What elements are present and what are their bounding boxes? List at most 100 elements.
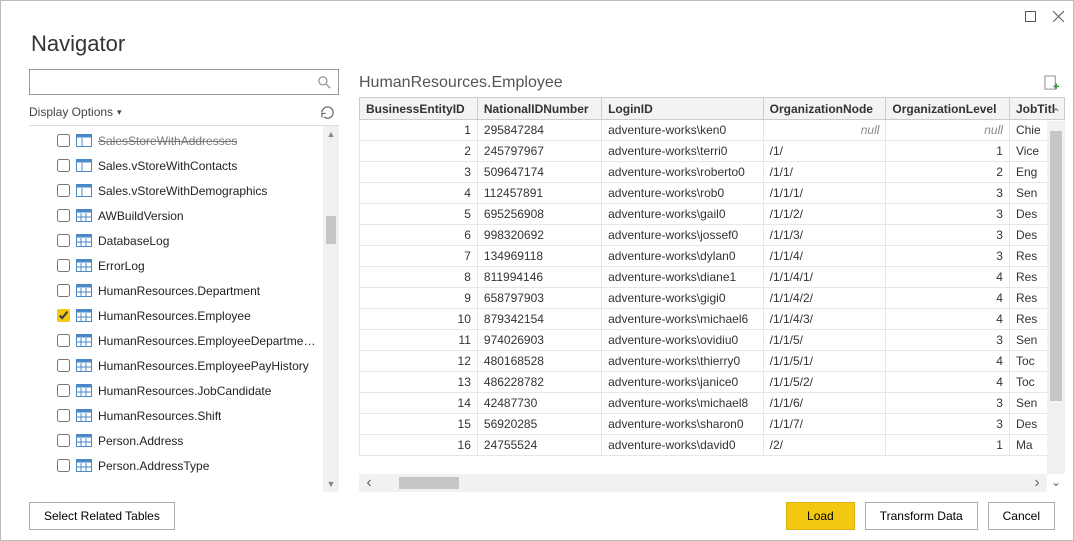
table-row[interactable]: 1556920285adventure-works\sharon0/1/1/7/… bbox=[360, 414, 1065, 435]
table-row[interactable]: 3509647174adventure-works\roberto0/1/1/2… bbox=[360, 162, 1065, 183]
tree-item[interactable]: AWBuildVersion bbox=[29, 203, 339, 228]
table-row[interactable]: 4112457891adventure-works\rob0/1/1/1/3Se… bbox=[360, 183, 1065, 204]
tree-item[interactable]: DatabaseLog bbox=[29, 228, 339, 253]
tree-item[interactable]: HumanResources.Employee bbox=[29, 303, 339, 328]
cell: /1/1/ bbox=[763, 162, 886, 183]
cell: 3 bbox=[886, 246, 1010, 267]
cell: 3 bbox=[886, 393, 1010, 414]
grid-vscrollbar[interactable]: ⌃ ⌄ bbox=[1047, 121, 1065, 474]
display-options-dropdown[interactable]: Display Options ▾ bbox=[29, 105, 122, 119]
cell: 1 bbox=[360, 120, 478, 141]
table-row[interactable]: 12480168528adventure-works\thierry0/1/1/… bbox=[360, 351, 1065, 372]
tree-item-checkbox[interactable] bbox=[57, 259, 70, 272]
tree-item[interactable]: HumanResources.EmployeePayHistory bbox=[29, 353, 339, 378]
hscroll-right-icon[interactable]: › bbox=[1027, 474, 1047, 492]
grid-hscrollbar[interactable]: ‹ › bbox=[359, 474, 1047, 492]
table-row[interactable]: 8811994146adventure-works\diane1/1/1/4/1… bbox=[360, 267, 1065, 288]
tree-item[interactable]: Person.Address bbox=[29, 428, 339, 453]
tree-item-checkbox[interactable] bbox=[57, 434, 70, 447]
vscroll-down-icon[interactable]: ⌄ bbox=[1047, 474, 1065, 490]
tree-item[interactable]: HumanResources.Department bbox=[29, 278, 339, 303]
column-header[interactable]: OrganizationNode bbox=[763, 98, 886, 120]
cell: 3 bbox=[886, 183, 1010, 204]
cell: /1/1/7/ bbox=[763, 414, 886, 435]
tree-item-checkbox[interactable] bbox=[57, 159, 70, 172]
tree-item[interactable]: Sales.vStoreWithDemographics bbox=[29, 178, 339, 203]
table-row[interactable]: 1624755524adventure-works\david0/2/1Ma bbox=[360, 435, 1065, 456]
tree-item[interactable]: HumanResources.Shift bbox=[29, 403, 339, 428]
tree-item-checkbox[interactable] bbox=[57, 184, 70, 197]
tree-item[interactable]: Sales.vStoreWithContacts bbox=[29, 153, 339, 178]
maximize-button[interactable] bbox=[1023, 9, 1037, 23]
cell: adventure-works\david0 bbox=[602, 435, 764, 456]
column-header[interactable]: OrganizationLevel bbox=[886, 98, 1010, 120]
table-row[interactable]: 1295847284adventure-works\ken0nullnullCh… bbox=[360, 120, 1065, 141]
tree-item-checkbox[interactable] bbox=[57, 134, 70, 147]
cell: 974026903 bbox=[477, 330, 601, 351]
select-related-tables-button[interactable]: Select Related Tables bbox=[29, 502, 175, 530]
load-button[interactable]: Load bbox=[786, 502, 855, 530]
preview-options-icon[interactable] bbox=[1044, 75, 1059, 92]
vscroll-thumb[interactable] bbox=[1050, 131, 1062, 401]
tree-item-label: HumanResources.EmployeeDepartmen... bbox=[98, 334, 318, 348]
tree-item-checkbox[interactable] bbox=[57, 309, 70, 322]
cell: 4 bbox=[360, 183, 478, 204]
table-row[interactable]: 10879342154adventure-works\michael6/1/1/… bbox=[360, 309, 1065, 330]
column-header[interactable]: BusinessEntityID bbox=[360, 98, 478, 120]
tree-item[interactable]: HumanResources.JobCandidate bbox=[29, 378, 339, 403]
table-row[interactable]: 2245797967adventure-works\terri0/1/1Vice bbox=[360, 141, 1065, 162]
cell: 879342154 bbox=[477, 309, 601, 330]
search-icon bbox=[318, 76, 332, 89]
tree-item-checkbox[interactable] bbox=[57, 284, 70, 297]
transform-data-button[interactable]: Transform Data bbox=[865, 502, 978, 530]
cell: adventure-works\ovidiu0 bbox=[602, 330, 764, 351]
column-header[interactable]: LoginID bbox=[602, 98, 764, 120]
table-row[interactable]: 11974026903adventure-works\ovidiu0/1/1/5… bbox=[360, 330, 1065, 351]
tree-item-checkbox[interactable] bbox=[57, 409, 70, 422]
cancel-button[interactable]: Cancel bbox=[988, 502, 1055, 530]
tree-item-checkbox[interactable] bbox=[57, 234, 70, 247]
cell: null bbox=[763, 120, 886, 141]
cell: 4 bbox=[886, 267, 1010, 288]
tree-item-checkbox[interactable] bbox=[57, 459, 70, 472]
table-row[interactable]: 5695256908adventure-works\gail0/1/1/2/3D… bbox=[360, 204, 1065, 225]
tree-item[interactable]: Person.AddressType bbox=[29, 453, 339, 478]
refresh-icon[interactable] bbox=[320, 105, 335, 120]
column-header[interactable]: NationalIDNumber bbox=[477, 98, 601, 120]
hscroll-thumb[interactable] bbox=[399, 477, 459, 489]
tree-item-checkbox[interactable] bbox=[57, 209, 70, 222]
tree-item-label: HumanResources.Employee bbox=[98, 309, 251, 323]
table-icon bbox=[76, 434, 92, 447]
table-row[interactable]: 1442487730adventure-works\michael8/1/1/6… bbox=[360, 393, 1065, 414]
cell: /1/1/5/ bbox=[763, 330, 886, 351]
cell: adventure-works\ken0 bbox=[602, 120, 764, 141]
scroll-up-arrow[interactable]: ▲ bbox=[327, 126, 336, 142]
cell: adventure-works\sharon0 bbox=[602, 414, 764, 435]
vscroll-up-icon[interactable]: ⌃ bbox=[1047, 105, 1065, 121]
cell: 3 bbox=[886, 204, 1010, 225]
cell: 9 bbox=[360, 288, 478, 309]
tree-item-checkbox[interactable] bbox=[57, 384, 70, 397]
cell: 245797967 bbox=[477, 141, 601, 162]
tree-item-checkbox[interactable] bbox=[57, 359, 70, 372]
object-tree[interactable]: SalesStoreWithAddressesSales.vStoreWithC… bbox=[29, 126, 339, 492]
tree-item-label: Sales.vStoreWithDemographics bbox=[98, 184, 267, 198]
search-input[interactable] bbox=[29, 69, 339, 95]
scroll-thumb[interactable] bbox=[326, 216, 336, 244]
tree-scrollbar[interactable]: ▲ ▼ bbox=[323, 126, 339, 492]
tree-item[interactable]: SalesStoreWithAddresses bbox=[29, 128, 339, 153]
table-row[interactable]: 6998320692adventure-works\jossef0/1/1/3/… bbox=[360, 225, 1065, 246]
table-row[interactable]: 13486228782adventure-works\janice0/1/1/5… bbox=[360, 372, 1065, 393]
table-row[interactable]: 9658797903adventure-works\gigi0/1/1/4/2/… bbox=[360, 288, 1065, 309]
tree-item-label: HumanResources.EmployeePayHistory bbox=[98, 359, 309, 373]
table-row[interactable]: 7134969118adventure-works\dylan0/1/1/4/3… bbox=[360, 246, 1065, 267]
preview-grid[interactable]: BusinessEntityIDNationalIDNumberLoginIDO… bbox=[359, 97, 1065, 456]
tree-item-checkbox[interactable] bbox=[57, 334, 70, 347]
scroll-down-arrow[interactable]: ▼ bbox=[327, 476, 336, 492]
hscroll-left-icon[interactable]: ‹ bbox=[359, 474, 379, 492]
cell: 695256908 bbox=[477, 204, 601, 225]
tree-item[interactable]: HumanResources.EmployeeDepartmen... bbox=[29, 328, 339, 353]
cell: 14 bbox=[360, 393, 478, 414]
tree-item[interactable]: ErrorLog bbox=[29, 253, 339, 278]
close-button[interactable] bbox=[1051, 9, 1065, 23]
